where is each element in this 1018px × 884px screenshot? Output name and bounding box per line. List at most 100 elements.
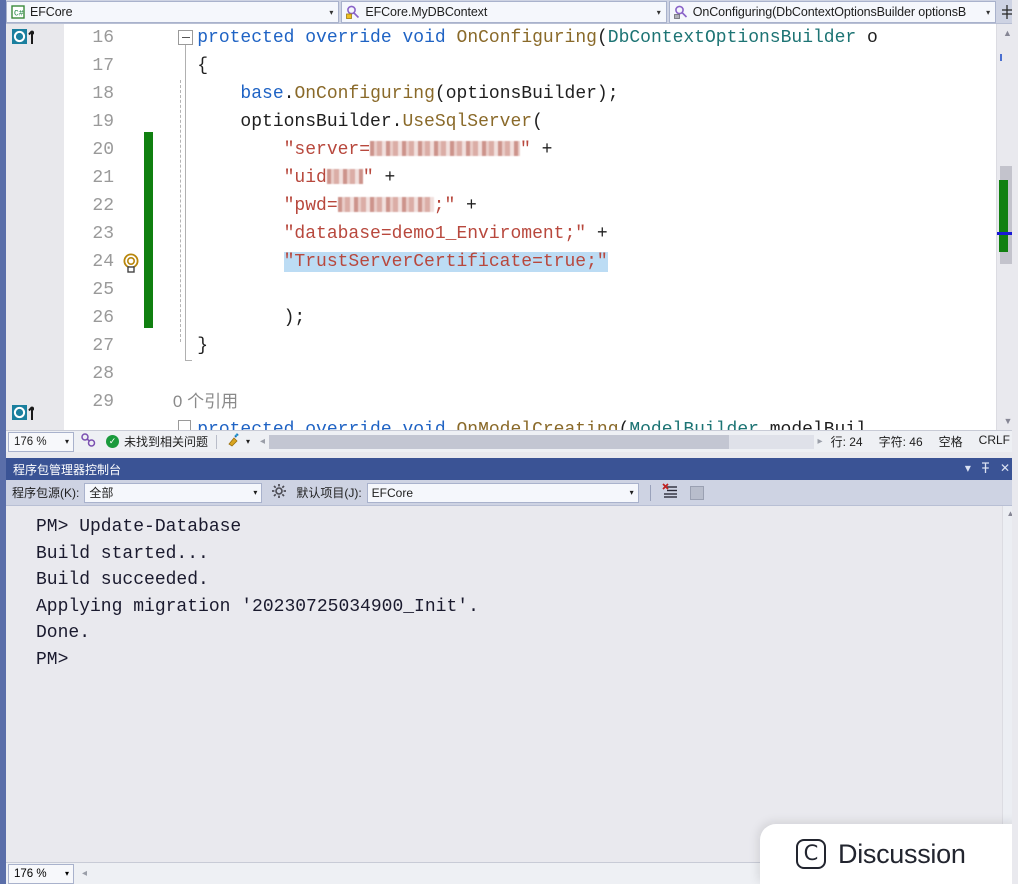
right-edge-strip — [1012, 0, 1018, 884]
redacted-text — [326, 169, 363, 184]
hscroll-left-arrow-icon[interactable]: ◂ — [260, 436, 265, 447]
chevron-down-icon[interactable]: ▾ — [652, 8, 666, 17]
code-token: protected — [197, 28, 295, 48]
package-source-dropdown[interactable]: 全部 ▾ — [84, 482, 263, 503]
code-line[interactable]: } — [154, 332, 1018, 360]
code-line[interactable]: ); — [154, 304, 1018, 332]
code-text-area[interactable]: protected override void OnConfiguring(Db… — [154, 24, 1018, 430]
code-token: protected override void — [197, 420, 457, 430]
code-token: "server= — [283, 140, 371, 160]
collapse-minus-icon[interactable] — [178, 30, 193, 45]
svg-text:C#: C# — [14, 10, 24, 19]
code-token: DbContextOptionsBuilder — [607, 28, 857, 48]
status-separator — [216, 434, 218, 449]
line-number: 22 — [92, 196, 114, 216]
bottom-zoom-dropdown[interactable]: 176 % ▾ — [8, 863, 74, 884]
default-project-label: 默认项目(J): — [296, 486, 362, 500]
unsaved-change-bar — [144, 132, 153, 328]
code-line[interactable]: { — [154, 52, 1018, 80]
code-token: modelBuil — [758, 420, 867, 430]
code-line[interactable]: protected override void OnConfiguring(Db… — [154, 24, 1018, 52]
hscrollbar-thumb[interactable] — [269, 434, 730, 449]
code-token: ( — [596, 28, 608, 48]
code-line[interactable]: "pwd= ;" + — [154, 192, 1018, 220]
member-dropdown[interactable]: OnConfiguring(DbContextOptionsBuilder op… — [668, 1, 997, 23]
chevron-down-icon[interactable]: ▾ — [324, 8, 338, 17]
code-token: } — [154, 336, 209, 356]
console-output-line: Done. — [36, 623, 91, 643]
code-token: override — [305, 28, 392, 48]
editor-glyph-margin — [34, 24, 64, 430]
code-cleanup-icon[interactable] — [225, 432, 242, 451]
code-line[interactable]: "database=demo1_Enviroment;" + — [154, 220, 1018, 248]
code-line[interactable] — [154, 276, 1018, 304]
class-icon — [345, 4, 361, 20]
code-token: (optionsBuilder); — [434, 84, 619, 104]
clear-console-icon[interactable] — [662, 483, 679, 502]
csharp-project-icon: C# — [10, 4, 26, 20]
editor-zoom-dropdown[interactable]: 176 % ▾ — [8, 431, 74, 452]
chevron-down-icon[interactable]: ▾ — [253, 488, 257, 497]
code-token: ;" — [433, 196, 456, 216]
code-token: ); — [154, 308, 306, 328]
issues-status[interactable]: ✓ 未找到相关问题 — [106, 433, 208, 450]
code-token: UseSqlServer — [402, 112, 533, 132]
discussion-label: Discussion — [838, 838, 966, 869]
default-project-value: EFCore — [371, 485, 414, 500]
default-project-dropdown[interactable]: EFCore ▾ — [366, 482, 639, 503]
code-line[interactable]: "uid " + — [154, 164, 1018, 192]
code-line[interactable]: "TrustServerCertificate=true;" — [154, 248, 1018, 276]
code-token: "database=demo1_Enviroment;" — [283, 224, 587, 244]
package-source-value: 全部 — [89, 486, 114, 500]
code-editor[interactable]: 16 17 18 19 20 21 22 23 24 25 26 27 28 29 protected o… — [6, 24, 1018, 430]
discussion-widget[interactable]: C Discussion — [760, 824, 1018, 884]
cleanup-chevron-down-icon[interactable]: ▾ — [246, 437, 250, 446]
editor-horizontal-scrollbar[interactable] — [269, 434, 814, 449]
window-dropdown-icon[interactable]: ▾ — [965, 462, 971, 476]
console-title: 程序包管理器控制台 — [13, 462, 122, 477]
lightbulb-icon[interactable] — [121, 252, 141, 279]
project-dropdown[interactable]: C# EFCore ▾ — [6, 1, 340, 23]
console-output-line: Build succeeded. — [36, 570, 209, 590]
console-title-bar: 程序包管理器控制台 ▾ ✕ — [6, 458, 1018, 480]
code-line[interactable]: "server= " + — [154, 136, 1018, 164]
line-number: 23 — [92, 224, 114, 244]
redacted-text — [337, 197, 434, 212]
console-output[interactable]: PM> Update-Database Build started... Build… — [6, 506, 1018, 862]
code-token: OnConfiguring — [294, 84, 435, 104]
codelens-references[interactable]: 0 个引用 — [154, 388, 1018, 416]
chevron-down-icon[interactable]: ▾ — [981, 8, 995, 17]
line-number: 21 — [92, 168, 114, 188]
code-line[interactable]: optionsBuilder.UseSqlServer( — [154, 108, 1018, 136]
chevron-down-icon[interactable]: ▾ — [630, 488, 634, 497]
gear-icon[interactable] — [271, 483, 287, 502]
pin-icon[interactable] — [980, 462, 991, 476]
change-bar-margin — [144, 24, 154, 430]
code-line[interactable]: protected override void OnModelCreating(… — [154, 416, 1018, 430]
close-icon[interactable]: ✕ — [1000, 462, 1010, 476]
redacted-text — [370, 141, 521, 156]
code-token: . — [283, 84, 295, 104]
chevron-down-icon[interactable]: ▾ — [65, 437, 69, 446]
package-manager-console-panel: 程序包管理器控制台 ▾ ✕ 程序包源(K): 全部 ▾ 默认项目(J): EFC… — [6, 458, 1018, 862]
editor-status-bar: 176 % ▾ ✓ 未找到相关问题 ▾ ◂ ▸ 行: 24 字符: 46 空格 … — [6, 430, 1018, 452]
code-map-icon[interactable] — [80, 432, 96, 451]
code-line[interactable] — [154, 360, 1018, 388]
bottom-scroll-left-arrow-icon[interactable]: ◂ — [82, 868, 87, 879]
console-output-line: PM> — [36, 649, 69, 670]
code-token: ( — [618, 420, 630, 430]
hscroll-right-arrow-icon[interactable]: ▸ — [818, 436, 823, 447]
class-dropdown[interactable]: EFCore.MyDBContext ▾ — [341, 1, 667, 23]
chevron-down-icon[interactable]: ▾ — [65, 869, 69, 878]
visual-studio-window: C# EFCore ▾ EFCore.MyDBContext ▾ OnConfi… — [0, 0, 1018, 884]
code-token: ModelBuilder — [629, 420, 759, 430]
toolbar-separator — [649, 484, 651, 501]
code-line[interactable]: base.OnConfiguring(optionsBuilder); — [154, 80, 1018, 108]
stop-button-icon[interactable] — [689, 485, 704, 500]
